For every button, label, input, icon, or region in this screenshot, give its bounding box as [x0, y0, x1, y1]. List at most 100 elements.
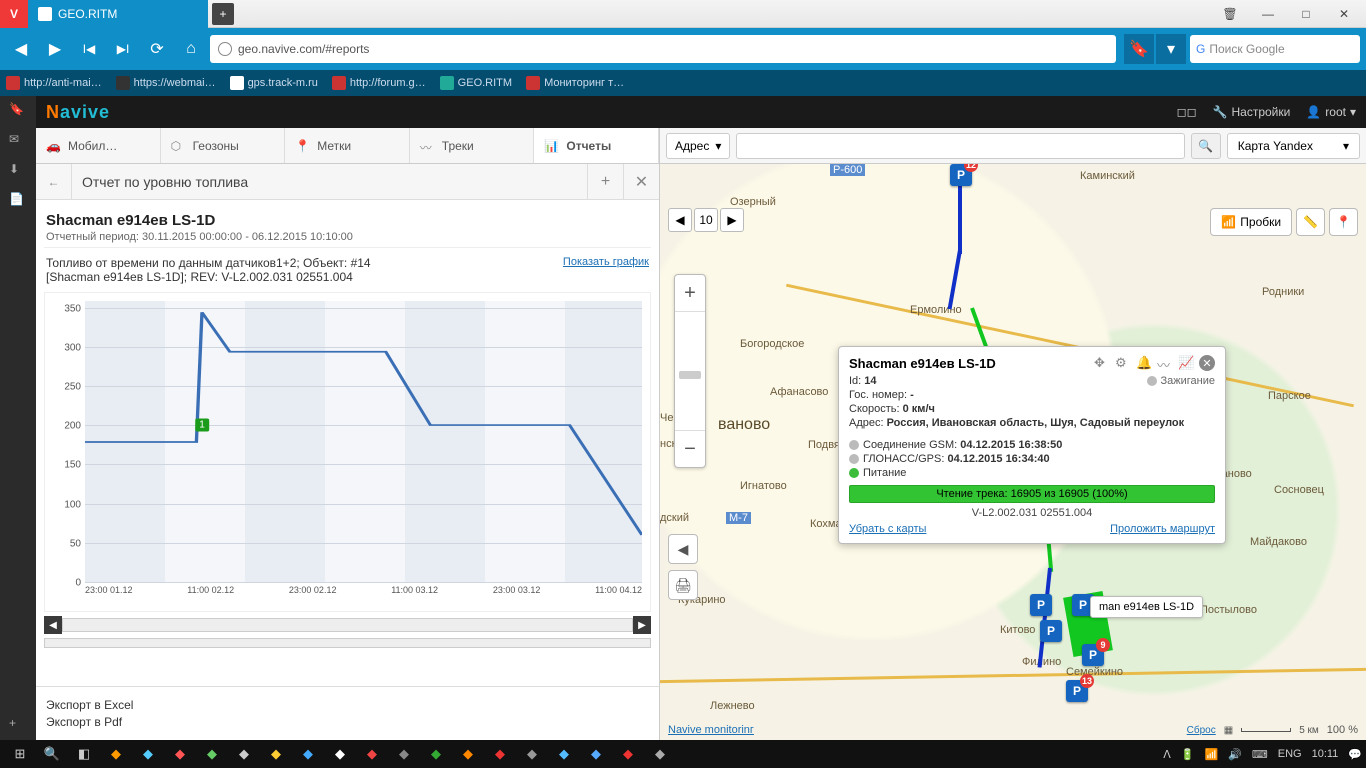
taskbar-app[interactable]: ◆ — [520, 744, 544, 764]
maximize-button[interactable]: □ — [1296, 7, 1316, 21]
zoom-slider[interactable] — [675, 311, 705, 431]
close-report-button[interactable]: ✕ — [623, 164, 659, 200]
map-type-dropdown[interactable]: Карта Yandex▾ — [1227, 133, 1360, 159]
grid-icon[interactable]: ▦ — [1224, 725, 1233, 736]
taskbar-app[interactable]: ◆ — [200, 744, 224, 764]
keyboard-icon[interactable]: ⌨ — [1252, 748, 1268, 761]
taskbar-app[interactable]: ◆ — [360, 744, 384, 764]
start-button[interactable]: ⊞ — [8, 744, 32, 764]
vivaldi-icon[interactable]: V — [0, 0, 28, 28]
print-button[interactable]: 🖨 — [668, 570, 698, 600]
mail-rail-icon[interactable]: ✉ — [9, 132, 27, 148]
search-icon[interactable]: 🔍 — [40, 744, 64, 764]
tab-reports[interactable]: 📊Отчеты — [534, 128, 659, 163]
tab-mobile[interactable]: 🚗Мобил… — [36, 128, 161, 163]
search-button[interactable]: 🔍 — [1191, 133, 1221, 159]
report-back-button[interactable]: ← — [36, 164, 72, 199]
chart-scrollbar[interactable]: ◀ ▶ — [44, 616, 651, 634]
export-pdf-link[interactable]: Экспорт в Pdf — [46, 715, 649, 729]
tab-marks[interactable]: 📍Метки — [285, 128, 410, 163]
cluster-icon[interactable]: ◻◻ — [1177, 105, 1197, 119]
show-chart-link[interactable]: Показать график — [563, 256, 649, 268]
task-view-icon[interactable]: ◧ — [72, 744, 96, 764]
taskbar-app[interactable]: ◆ — [392, 744, 416, 764]
taskbar-app[interactable]: ◆ — [136, 744, 160, 764]
add-rail-icon[interactable]: + — [9, 716, 27, 732]
add-report-button[interactable]: + — [587, 164, 623, 200]
taskbar-app[interactable]: ◆ — [104, 744, 128, 764]
bookmark-item[interactable]: GEO.RITM — [440, 76, 512, 90]
zoom-in-button[interactable]: + — [675, 275, 705, 311]
taskbar-app[interactable]: ◆ — [424, 744, 448, 764]
pan-right-button[interactable]: ▶ — [720, 208, 744, 232]
address-type-dropdown[interactable]: Адрес▾ — [666, 133, 730, 159]
back-button[interactable]: ◀ — [6, 34, 36, 64]
scroll-left-button[interactable]: ◀ — [44, 616, 62, 634]
download-rail-icon[interactable]: ⬇ — [9, 162, 27, 178]
user-menu[interactable]: 👤 root ▾ — [1306, 105, 1356, 119]
reload-button[interactable]: ⟳ — [142, 34, 172, 64]
traffic-button[interactable]: 📶 Пробки — [1210, 208, 1292, 236]
notification-icon[interactable]: 💬 — [1348, 748, 1362, 761]
bookmark-item[interactable]: http://forum.g… — [332, 76, 426, 90]
collapse-button[interactable]: ◀ — [668, 534, 698, 564]
volume-icon[interactable]: 🔊 — [1228, 748, 1242, 761]
zoom-out-button[interactable]: − — [675, 431, 705, 467]
move-icon[interactable]: ✥ — [1094, 355, 1110, 371]
notes-rail-icon[interactable]: 📄 — [9, 192, 27, 208]
parking-marker[interactable]: P — [1030, 594, 1052, 616]
reset-link[interactable]: Сброс — [1187, 725, 1216, 736]
settings-button[interactable]: 🔧 Настройки — [1213, 105, 1291, 119]
chart-marker[interactable]: 1 — [195, 419, 209, 432]
taskbar-app[interactable]: ◆ — [616, 744, 640, 764]
rewind-button[interactable]: I◀ — [74, 34, 104, 64]
gear-icon[interactable]: ⚙ — [1115, 355, 1131, 371]
taskbar-app[interactable]: ◆ — [232, 744, 256, 764]
tab-geozones[interactable]: ⬡Геозоны — [161, 128, 286, 163]
map[interactable]: ваново Кохма Родники Каминский Ермолино … — [660, 164, 1366, 740]
clock[interactable]: 10:11 — [1312, 748, 1339, 760]
close-popup-button[interactable]: ✕ — [1199, 355, 1215, 371]
track-icon[interactable]: 〰 — [1157, 355, 1173, 371]
tray-up-icon[interactable]: ᐱ — [1163, 748, 1171, 761]
fuel-chart[interactable]: 0 50 100 150 200 250 300 350 — [44, 292, 651, 612]
taskbar-app[interactable]: ◆ — [328, 744, 352, 764]
chart-scrollbar-2[interactable] — [44, 638, 651, 648]
bookmark-rail-icon[interactable]: 🔖 — [9, 102, 27, 118]
bookmark-item[interactable]: Мониторинг т… — [526, 76, 624, 90]
zoom-control[interactable]: + − — [674, 274, 706, 468]
search-bar[interactable]: G Поиск Google — [1190, 35, 1360, 63]
fast-forward-button[interactable]: ▶I — [108, 34, 138, 64]
taskbar-app[interactable]: ◆ — [296, 744, 320, 764]
taskbar-app[interactable]: ◆ — [488, 744, 512, 764]
close-button[interactable]: ✕ — [1334, 7, 1354, 21]
bookmark-item[interactable]: gps.track-m.ru — [230, 76, 318, 90]
parking-marker[interactable]: P — [1040, 620, 1062, 642]
bookmark-item[interactable]: https://webmai… — [116, 76, 216, 90]
forward-button[interactable]: ▶ — [40, 34, 70, 64]
ruler-button[interactable]: 📏 — [1296, 208, 1325, 236]
map-attribution[interactable]: Navive monitorinг — [668, 724, 754, 736]
wifi-icon[interactable]: 📶 — [1204, 748, 1218, 761]
taskbar-app[interactable]: ◆ — [264, 744, 288, 764]
pan-left-button[interactable]: ◀ — [668, 208, 692, 232]
minimize-button[interactable]: — — [1258, 7, 1278, 21]
parking-marker[interactable]: P9 — [1082, 644, 1104, 666]
trash-icon[interactable]: 🗑 — [1220, 7, 1240, 21]
language-indicator[interactable]: ENG — [1278, 748, 1302, 760]
browser-tab[interactable]: GEO.RITM — [28, 0, 208, 28]
build-route-link[interactable]: Проложить маршрут — [1110, 523, 1215, 535]
export-excel-link[interactable]: Экспорт в Excel — [46, 698, 649, 712]
address-input[interactable] — [736, 133, 1184, 159]
bell-icon[interactable]: 🔔 — [1136, 355, 1152, 371]
taskbar-app[interactable]: ◆ — [648, 744, 672, 764]
taskbar-app[interactable]: ◆ — [584, 744, 608, 764]
target-button[interactable]: 📍 — [1329, 208, 1358, 236]
scroll-right-button[interactable]: ▶ — [633, 616, 651, 634]
parking-marker[interactable]: P12 — [950, 164, 972, 186]
taskbar-app[interactable]: ◆ — [552, 744, 576, 764]
bookmark-item[interactable]: http://anti-mai… — [6, 76, 102, 90]
new-tab-button[interactable]: + — [212, 3, 234, 25]
tab-tracks[interactable]: 〰Треки — [410, 128, 535, 163]
menu-icon[interactable]: ▾ — [1156, 34, 1186, 64]
